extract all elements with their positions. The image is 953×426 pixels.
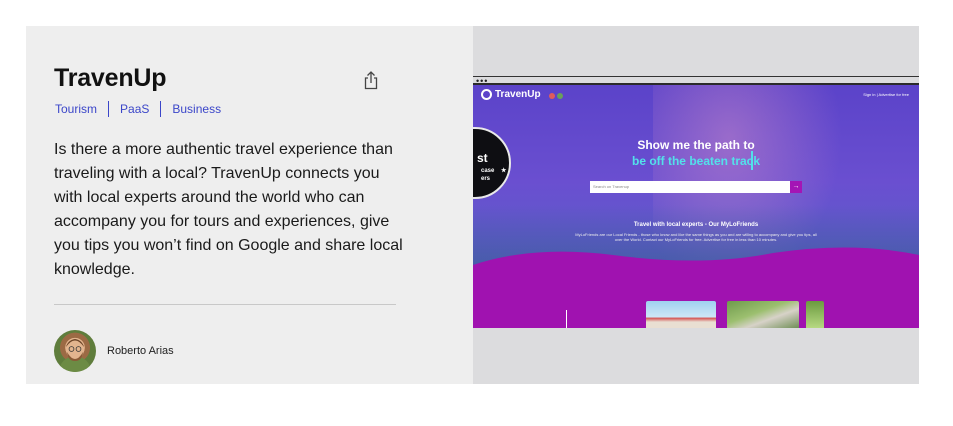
author-name[interactable]: Roberto Arias: [107, 345, 174, 357]
star-icon: ★: [501, 168, 507, 174]
divider: [54, 304, 396, 305]
site-nav: Sign in | Advertise for free: [863, 92, 909, 97]
project-info-panel: TravenUp Tourism PaaS Business Is there …: [26, 26, 473, 384]
browser-frame-top: [473, 76, 919, 77]
tag-paas[interactable]: PaaS: [108, 101, 160, 117]
language-flags: [549, 93, 563, 99]
thumbnail-image: [646, 301, 716, 328]
project-description: Is there a more authentic travel experie…: [54, 141, 403, 278]
flag-icon: [557, 93, 563, 99]
site-logo-text: TravenUp: [495, 89, 541, 100]
hero-heading: Show me the path to: [637, 138, 755, 152]
hero-subheading: be off the beaten track: [631, 154, 761, 168]
logo-icon: [481, 89, 492, 100]
project-card[interactable]: TravenUp Tourism PaaS Business Is there …: [26, 26, 919, 384]
thumbnail-image: [806, 301, 824, 328]
site-search-input: Search on Travenup: [590, 181, 790, 193]
website-screenshot: TravenUp Sign in | Advertise for free st…: [473, 85, 919, 328]
project-title: TravenUp: [54, 64, 167, 92]
share-icon[interactable]: [362, 70, 380, 90]
site-logo: TravenUp: [481, 89, 541, 100]
flag-icon: [549, 93, 555, 99]
project-preview[interactable]: ••• TravenUp Sign in | Advertise for fre…: [473, 26, 919, 384]
tag-business[interactable]: Business: [160, 101, 232, 117]
thumbnail-image: [727, 301, 799, 328]
divider-line: [566, 310, 567, 328]
tag-list: Tourism PaaS Business: [54, 101, 232, 117]
section-text: MyLoFriends are our Local Friends - thos…: [575, 232, 817, 242]
arrow-right-icon: →: [790, 181, 802, 193]
section-title: Travel with local experts - Our MyLoFrie…: [633, 222, 759, 228]
badge-text: case: [481, 168, 495, 174]
tag-tourism[interactable]: Tourism: [54, 101, 108, 117]
badge-text: ers: [481, 176, 491, 182]
text-cursor: [751, 151, 753, 170]
avatar[interactable]: [54, 330, 96, 372]
